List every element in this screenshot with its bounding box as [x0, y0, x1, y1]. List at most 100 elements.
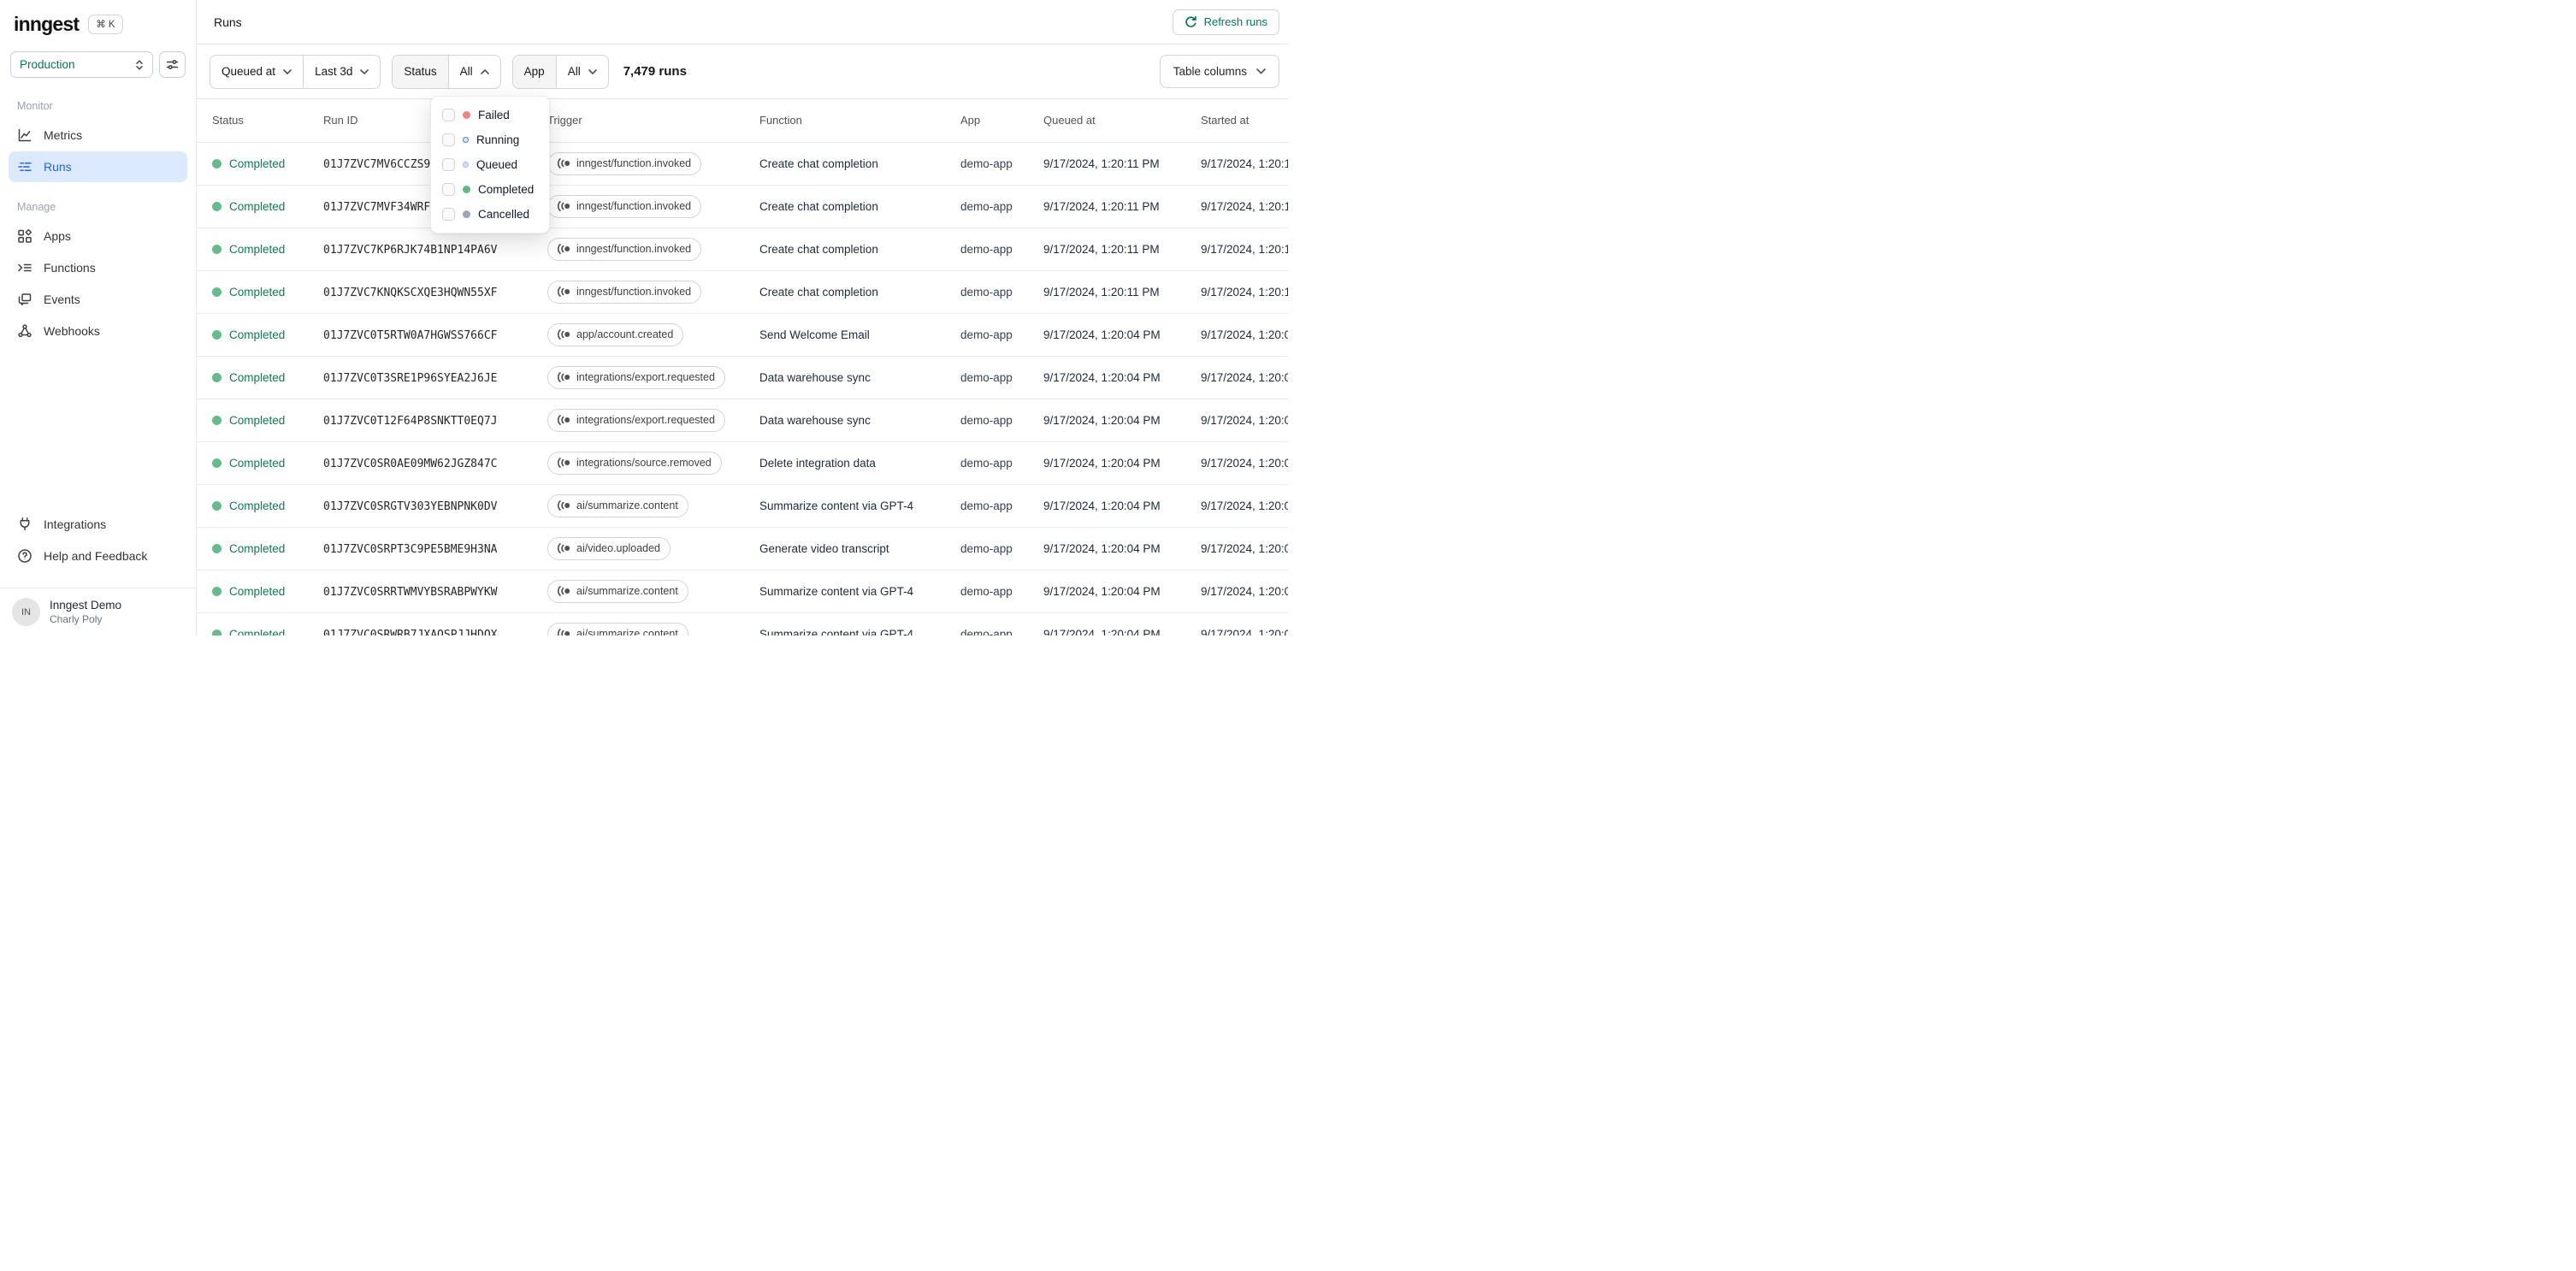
table-row[interactable]: Completed 01J7ZVC7MVF34WRF inngest/funct…: [197, 185, 1288, 228]
completed-status-dot-icon: [212, 158, 222, 168]
sidebar-item-label: Webhooks: [44, 324, 100, 338]
started-at-cell: 9/17/2024, 1:20:05 PM: [1201, 484, 1288, 528]
completed-status-dot-icon: [212, 372, 222, 382]
user-menu[interactable]: IN Inngest Demo Charly Poly: [0, 588, 196, 636]
checkbox[interactable]: [442, 183, 455, 196]
event-signal-icon: [558, 500, 570, 511]
time-field-selector[interactable]: Queued at: [210, 56, 303, 88]
status-option-cancelled[interactable]: Cancelled: [431, 202, 549, 227]
table-row[interactable]: Completed 01J7ZVC0T3SRE1P96SYEA2J6JE int…: [197, 356, 1288, 399]
time-range-selector[interactable]: Last 3d: [303, 55, 380, 88]
refresh-runs-button[interactable]: Refresh runs: [1172, 9, 1279, 35]
function-cell[interactable]: Summarize content via GPT-4: [759, 570, 960, 613]
function-cell[interactable]: Create chat completion: [759, 185, 960, 228]
function-cell[interactable]: Delete integration data: [759, 441, 960, 485]
function-cell[interactable]: Summarize content via GPT-4: [759, 612, 960, 636]
table-columns-button[interactable]: Table columns: [1159, 55, 1279, 88]
status-option-queued[interactable]: Queued: [431, 152, 549, 177]
run-id-cell[interactable]: 01J7ZVC0SRRTWMVYBSRABPWYKW: [323, 570, 547, 613]
started-at-cell: 9/17/2024, 1:20:05 PM: [1201, 399, 1288, 442]
run-id-cell[interactable]: 01J7ZVC0SR0AE09MW62JGZ847C: [323, 441, 547, 485]
table-row[interactable]: Completed 01J7ZVC0SRRTWMVYBSRABPWYKW ai/…: [197, 570, 1288, 613]
function-cell[interactable]: Create chat completion: [759, 270, 960, 314]
runs-count: 7,479 runs: [623, 64, 687, 79]
status-option-failed[interactable]: Failed: [431, 103, 549, 127]
started-at-cell: 9/17/2024, 1:20:05 PM: [1201, 356, 1288, 399]
checkbox[interactable]: [442, 158, 455, 171]
trigger-name: inngest/function.invoked: [576, 157, 692, 169]
app-cell: demo-app: [960, 441, 1043, 485]
status-cell: Completed: [197, 441, 323, 485]
table-row[interactable]: Completed 01J7ZVC0T12F64P8SNKTT0EQ7J int…: [197, 399, 1288, 442]
trigger-badge[interactable]: ai/summarize.content: [547, 579, 688, 603]
status-option-completed[interactable]: Completed: [431, 177, 549, 202]
trigger-badge[interactable]: integrations/export.requested: [547, 365, 725, 389]
app-filter-value[interactable]: All: [555, 55, 608, 88]
column-header-function: Function: [759, 99, 960, 143]
trigger-badge[interactable]: inngest/function.invoked: [547, 194, 702, 218]
function-cell[interactable]: Send Welcome Email: [759, 313, 960, 357]
status-option-running[interactable]: Running: [431, 127, 549, 152]
run-id-cell[interactable]: 01J7ZVC0SRGTV303YEBNPNK0DV: [323, 484, 547, 528]
sidebar-item-metrics[interactable]: Metrics: [9, 120, 187, 151]
sidebar-item-runs[interactable]: Runs: [9, 151, 187, 182]
command-k-shortcut[interactable]: ⌘ K: [88, 15, 123, 34]
environment-selector[interactable]: Production: [10, 51, 153, 78]
function-cell[interactable]: Summarize content via GPT-4: [759, 484, 960, 528]
completed-status-dot-icon: [212, 415, 222, 425]
function-cell[interactable]: Create chat completion: [759, 228, 960, 271]
sidebar-item-help[interactable]: Help and Feedback: [9, 541, 187, 571]
run-id-cell[interactable]: 01J7ZVC0SRWRB7JXAQSPJJHDQX: [323, 612, 547, 636]
event-signal-icon: [558, 586, 570, 596]
page-title: Runs: [214, 15, 242, 29]
queued-at-cell: 9/17/2024, 1:20:04 PM: [1043, 570, 1201, 613]
checkbox[interactable]: [442, 133, 455, 146]
sidebar-item-events[interactable]: Events: [9, 284, 187, 315]
trigger-badge[interactable]: inngest/function.invoked: [547, 237, 702, 261]
status-cell: Completed: [197, 399, 323, 442]
table-row[interactable]: Completed 01J7ZVC0T5RTW0A7HGWSS766CF app…: [197, 313, 1288, 357]
sidebar-item-apps[interactable]: Apps: [9, 221, 187, 251]
table-row[interactable]: Completed 01J7ZVC0SRPT3C9PE5BME9H3NA ai/…: [197, 527, 1288, 570]
trigger-badge[interactable]: inngest/function.invoked: [547, 151, 702, 175]
chevron-down-icon: [588, 68, 597, 74]
environment-name: Production: [20, 58, 75, 71]
trigger-badge[interactable]: ai/summarize.content: [547, 622, 688, 636]
trigger-badge[interactable]: app/account.created: [547, 322, 684, 346]
run-id-cell[interactable]: 01J7ZVC7KP6RJK74B1NP14PA6V: [323, 228, 547, 271]
trigger-name: inngest/function.invoked: [576, 200, 692, 212]
completed-status-dot-icon: [212, 500, 222, 511]
sidebar-item-functions[interactable]: Functions: [9, 252, 187, 283]
trigger-cell: inngest/function.invoked: [547, 185, 759, 228]
sidebar-item-webhooks[interactable]: Webhooks: [9, 316, 187, 346]
trigger-badge[interactable]: ai/video.uploaded: [547, 536, 671, 560]
run-id-cell[interactable]: 01J7ZVC7KNQKSCXQE3HQWN55XF: [323, 270, 547, 314]
trigger-badge[interactable]: integrations/source.removed: [547, 451, 722, 475]
chevron-down-icon: [283, 68, 292, 74]
event-signal-icon: [558, 629, 570, 636]
status-option-label: Queued: [476, 158, 518, 171]
run-id-cell[interactable]: 01J7ZVC0SRPT3C9PE5BME9H3NA: [323, 527, 547, 570]
trigger-badge[interactable]: integrations/export.requested: [547, 408, 725, 432]
checkbox[interactable]: [442, 208, 455, 221]
run-id-cell[interactable]: 01J7ZVC0T5RTW0A7HGWSS766CF: [323, 313, 547, 357]
function-cell[interactable]: Generate video transcript: [759, 527, 960, 570]
table-row[interactable]: Completed 01J7ZVC0SRGTV303YEBNPNK0DV ai/…: [197, 484, 1288, 528]
table-row[interactable]: Completed 01J7ZVC0SRWRB7JXAQSPJJHDQX ai/…: [197, 612, 1288, 636]
status-filter-value[interactable]: All: [447, 55, 500, 88]
function-cell[interactable]: Create chat completion: [759, 142, 960, 186]
table-row[interactable]: Completed 01J7ZVC7KP6RJK74B1NP14PA6V inn…: [197, 228, 1288, 271]
table-row[interactable]: Completed 01J7ZVC7MV6CCZS9 inngest/funct…: [197, 142, 1288, 186]
trigger-badge[interactable]: ai/summarize.content: [547, 494, 688, 517]
trigger-badge[interactable]: inngest/function.invoked: [547, 280, 702, 304]
run-id-cell[interactable]: 01J7ZVC0T12F64P8SNKTT0EQ7J: [323, 399, 547, 442]
status-cell: Completed: [197, 185, 323, 228]
checkbox[interactable]: [442, 109, 455, 121]
table-row[interactable]: Completed 01J7ZVC7KNQKSCXQE3HQWN55XF inn…: [197, 270, 1288, 314]
function-cell[interactable]: Data warehouse sync: [759, 356, 960, 399]
sidebar-item-integrations[interactable]: Integrations: [9, 509, 187, 540]
run-id-cell[interactable]: 01J7ZVC0T3SRE1P96SYEA2J6JE: [323, 356, 547, 399]
function-cell[interactable]: Data warehouse sync: [759, 399, 960, 442]
table-row[interactable]: Completed 01J7ZVC0SR0AE09MW62JGZ847C int…: [197, 441, 1288, 485]
environment-settings-button[interactable]: [159, 51, 186, 78]
